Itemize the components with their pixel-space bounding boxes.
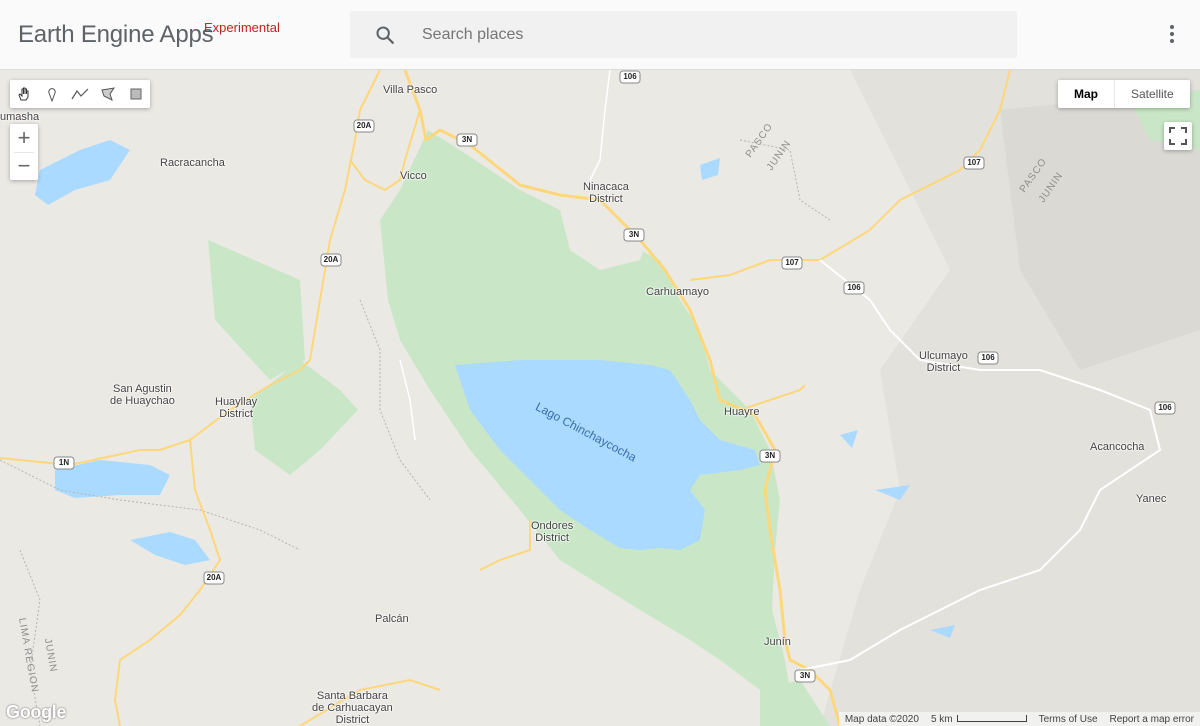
line-icon[interactable] (66, 80, 94, 108)
place-label: Ulcumayo District (919, 350, 968, 374)
more-options-icon[interactable] (1160, 22, 1184, 46)
place-label: Acancocha (1090, 441, 1145, 453)
drawing-toolbar (10, 80, 150, 108)
route-shield: 106 (843, 281, 865, 295)
rectangle-icon[interactable] (122, 80, 150, 108)
zoom-in-button[interactable]: + (10, 124, 38, 152)
route-shield: 20A (353, 119, 375, 133)
map-type-satellite-button[interactable]: Satellite (1115, 80, 1190, 108)
route-shield: 3N (623, 228, 645, 242)
route-shield: 20A (320, 253, 342, 267)
search-icon[interactable] (374, 24, 396, 46)
route-shield: 106 (1154, 401, 1176, 415)
place-label: Palcán (375, 613, 409, 625)
route-shield: 107 (963, 156, 985, 170)
place-label: Huayre (724, 406, 760, 418)
map-data-attribution: Map data ©2020 (844, 713, 919, 725)
search-box[interactable] (350, 11, 1017, 58)
map-type-map-button[interactable]: Map (1058, 80, 1115, 108)
route-shield: 1N (53, 456, 75, 470)
place-label: Santa Barbara de Carhuacayan District (312, 690, 393, 726)
place-label: Yanec (1136, 493, 1167, 505)
hand-icon[interactable] (10, 80, 38, 108)
zoom-divider (14, 152, 34, 153)
map-type-control: Map Satellite (1058, 80, 1190, 108)
place-label: San Agustin de Huaychao (110, 383, 175, 407)
terms-link[interactable]: Terms of Use (1033, 714, 1104, 725)
place-label: Carhuamayo (646, 286, 709, 298)
marker-icon[interactable] (38, 80, 66, 108)
route-shield: 107 (781, 256, 803, 270)
scale-label: 5 km (930, 713, 953, 725)
experimental-badge: Experimental (204, 20, 280, 35)
place-label: Ondores District (531, 520, 574, 544)
scale-control[interactable]: 5 km (925, 714, 1033, 725)
polygon-icon[interactable] (94, 80, 122, 108)
place-label: Junín (764, 636, 791, 648)
zoom-out-button[interactable]: − (10, 152, 38, 180)
search-input[interactable] (422, 11, 1002, 58)
app-title: Earth Engine Apps (18, 21, 214, 48)
place-label: Racracancha (160, 157, 225, 169)
google-logo: Google (6, 702, 67, 722)
map-canvas[interactable]: umasha Racracancha Villa Pasco Vicco Nin… (0, 70, 1200, 726)
fullscreen-icon (1169, 127, 1187, 145)
place-label: Villa Pasco (383, 84, 438, 96)
place-label: umasha (0, 111, 40, 123)
route-shield: 3N (759, 449, 781, 463)
report-error-link[interactable]: Report a map error (1104, 714, 1200, 725)
place-label: Vicco (400, 170, 427, 182)
app-header: Earth Engine Apps Experimental (0, 0, 1200, 70)
route-shield: 20A (203, 571, 225, 585)
route-shield: 3N (456, 133, 478, 147)
zoom-control: + − (10, 124, 38, 180)
place-label: Ninacaca District (583, 181, 629, 205)
route-shield: 106 (977, 351, 999, 365)
place-label: Huayllay District (215, 396, 258, 420)
map-footer: Map data ©2020 5 km Terms of Use Report … (838, 712, 1200, 726)
scale-bar (956, 714, 1027, 722)
route-shield: 106 (619, 70, 641, 84)
fullscreen-button[interactable] (1164, 122, 1192, 150)
route-shield: 3N (794, 669, 816, 683)
